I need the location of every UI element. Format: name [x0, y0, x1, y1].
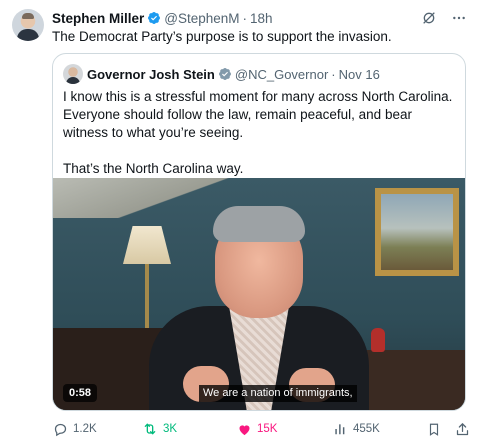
- speaker-hair: [213, 206, 305, 242]
- tweet-text: The Democrat Party’s purpose is to suppo…: [52, 29, 392, 44]
- quoted-header-separator: ·: [331, 66, 336, 82]
- quoted-avatar-suit: [66, 77, 80, 84]
- view-count: 455K: [353, 423, 380, 435]
- quoted-paragraph-2: That’s the North Carolina way.: [63, 161, 244, 176]
- reply-button[interactable]: 1.2K: [52, 421, 97, 437]
- views-icon: [332, 421, 348, 437]
- quoted-date[interactable]: Nov 16: [339, 67, 380, 82]
- views-button[interactable]: 455K: [332, 421, 380, 437]
- retweet-icon: [142, 421, 158, 437]
- red-vase: [371, 328, 385, 352]
- quoted-paragraph-1: I know this is a stressful moment for ma…: [63, 89, 453, 140]
- tweet-header: Stephen Miller @StephenM · 18h: [52, 9, 273, 27]
- header-separator: ·: [242, 10, 248, 26]
- heart-icon: [236, 421, 252, 437]
- retweet-button[interactable]: 3K: [142, 421, 177, 437]
- action-bar: 1.2K 3K 15K 455K: [52, 419, 472, 439]
- share-button[interactable]: [454, 421, 470, 437]
- verified-badge-icon: [148, 12, 161, 24]
- reply-icon: [52, 421, 68, 437]
- more-icon[interactable]: [450, 9, 468, 27]
- author-name[interactable]: Stephen Miller: [52, 11, 144, 26]
- grok-icon[interactable]: [420, 9, 438, 27]
- bookmark-icon: [426, 421, 442, 437]
- quoted-header: Governor Josh Stein @NC_Governor · Nov 1…: [87, 65, 380, 83]
- author-handle[interactable]: @StephenM: [164, 11, 239, 26]
- quoted-author-name[interactable]: Governor Josh Stein: [87, 67, 215, 82]
- avatar-hair: [22, 13, 34, 19]
- speaker: [149, 196, 369, 410]
- tweet[interactable]: Stephen Miller @StephenM · 18h The Democ…: [0, 0, 482, 445]
- tweet-time[interactable]: 18h: [250, 11, 273, 26]
- quoted-author-handle[interactable]: @NC_Governor: [235, 67, 328, 82]
- quoted-tweet[interactable]: Governor Josh Stein @NC_Governor · Nov 1…: [52, 53, 466, 411]
- painting-art: [381, 194, 453, 270]
- tweet-top-icons: [420, 9, 468, 27]
- verified-badge-icon: [218, 68, 231, 80]
- landscape-painting: [375, 188, 459, 276]
- video-duration: 0:58: [63, 384, 98, 402]
- like-count: 15K: [257, 423, 278, 435]
- like-button[interactable]: 15K: [236, 421, 277, 437]
- avatar-suit: [17, 29, 39, 41]
- bookmark-button[interactable]: [426, 421, 442, 437]
- quoted-author-avatar[interactable]: [63, 64, 83, 84]
- reply-count: 1.2K: [73, 423, 97, 435]
- quoted-text: I know this is a stressful moment for ma…: [63, 88, 459, 178]
- author-avatar[interactable]: [12, 9, 44, 41]
- share-icon: [454, 421, 470, 437]
- video-player[interactable]: 0:58 We are a nation of immigrants,: [53, 178, 465, 410]
- retweet-count: 3K: [163, 423, 178, 435]
- video-caption: We are a nation of immigrants,: [199, 385, 357, 402]
